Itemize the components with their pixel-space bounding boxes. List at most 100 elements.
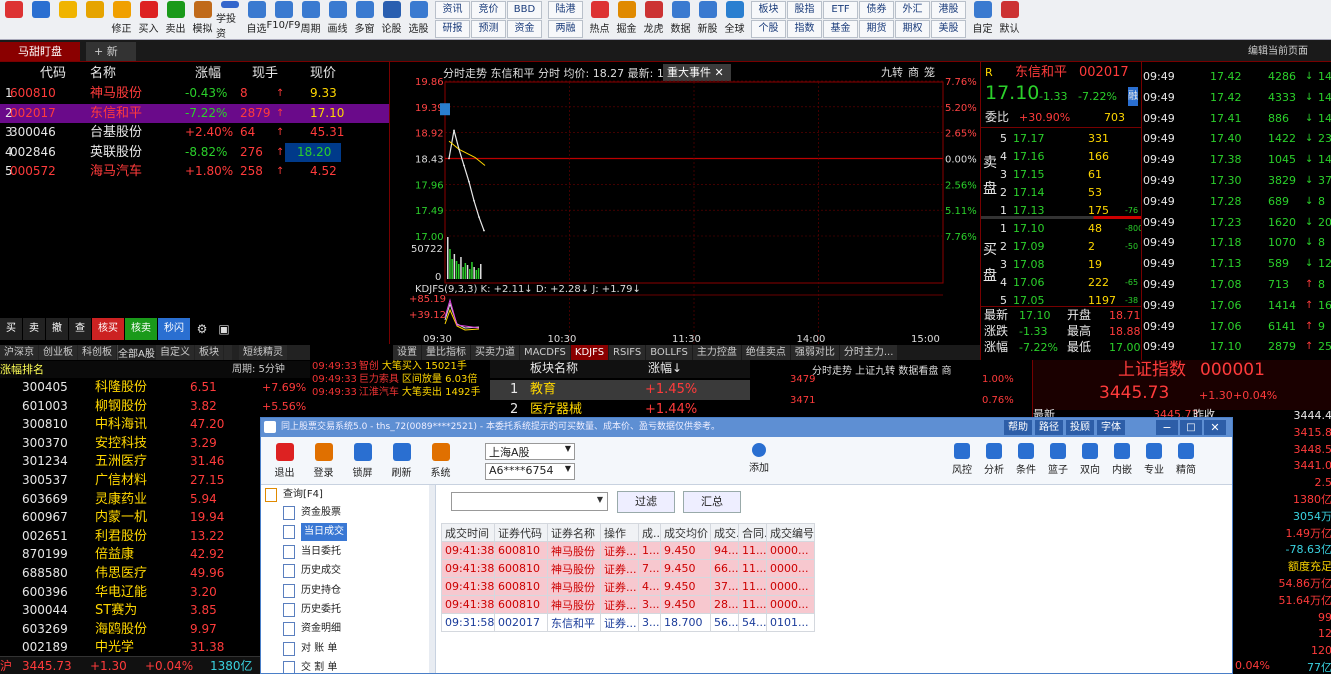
- query-root[interactable]: 查询[F4]: [265, 486, 323, 504]
- dialog-tool-0[interactable]: 退出: [265, 441, 304, 479]
- market-grid-item[interactable]: 港股: [931, 1, 966, 19]
- indicator-tab[interactable]: 绝佳卖点: [741, 345, 790, 360]
- info-grid-item[interactable]: 资金: [507, 20, 542, 38]
- left-button-12[interactable]: 画线: [324, 0, 351, 39]
- minimize-icon[interactable]: −: [1156, 420, 1178, 435]
- left-button-13[interactable]: 多窗: [351, 0, 378, 39]
- indicator-tab[interactable]: RSIFS: [609, 345, 646, 360]
- market-grid-item[interactable]: 期货: [859, 20, 894, 38]
- left-button-1[interactable]: [27, 0, 54, 39]
- left-button-6[interactable]: 卖出: [162, 0, 189, 39]
- watch-row[interactable]: 2 002017 东信和平 -7.22% 2879 17.10 ↑: [0, 103, 389, 123]
- elf-row[interactable]: 09:49:33 巨力索具 区间放量 6.03倍: [312, 373, 490, 386]
- trade-row[interactable]: 09:41:38 600810 神马股份 证券... 4... 9.450 37... 11.…: [441, 577, 815, 596]
- new-tab-button[interactable]: + 新建: [86, 42, 136, 61]
- close-window-icon[interactable]: ✕: [1204, 420, 1226, 435]
- event-marker[interactable]: [440, 103, 450, 116]
- filter-select[interactable]: ▼: [451, 492, 608, 511]
- info-grid-item[interactable]: 研报: [435, 20, 470, 38]
- watch-col-header[interactable]: 现价: [310, 64, 336, 83]
- left-button-10[interactable]: F10/F9: [267, 0, 300, 39]
- sector-row[interactable]: 1 教育 +1.45%: [490, 380, 750, 400]
- trade-col-header[interactable]: 成交...: [710, 523, 739, 542]
- add-button[interactable]: 添加: [747, 443, 771, 474]
- info-grid-item[interactable]: 资讯: [435, 1, 470, 19]
- elf-filter[interactable]: 全部A股: [118, 345, 155, 360]
- dialog-title-btn[interactable]: 路径: [1035, 420, 1063, 435]
- intraday-chart-svg[interactable]: 19.86 7.76% 19.39 5.20% 18.92 2.65% 18.43 0.00%…: [393, 62, 980, 360]
- rank-row[interactable]: 601003 柳钢股份 3.82 +5.56%: [0, 398, 310, 416]
- quick-button[interactable]: 撤: [46, 318, 68, 340]
- dialog-tool-1[interactable]: 登录: [304, 441, 343, 479]
- dialog-tool-3[interactable]: 刷新: [382, 441, 421, 479]
- trade-col-header[interactable]: 成交均价: [660, 523, 711, 542]
- dialog-rtool-7[interactable]: 精简: [1170, 443, 1202, 476]
- sum-button[interactable]: 汇总: [683, 491, 741, 513]
- market-grid-item[interactable]: 股指: [787, 1, 822, 19]
- tree-item[interactable]: 当日委托: [283, 543, 341, 561]
- rank-row[interactable]: 300405 科隆股份 6.51 +7.69%: [0, 379, 310, 397]
- tree-item[interactable]: 资金明细: [283, 620, 341, 638]
- left-button-7[interactable]: 模拟: [189, 0, 216, 39]
- indicator-tab[interactable]: 买卖力道: [471, 345, 519, 360]
- tree-scrollbar[interactable]: [429, 485, 435, 673]
- tree-item[interactable]: 历史成交: [283, 562, 341, 580]
- watch-row[interactable]: 5 000572 海马汽车 +1.80% 258 4.52 ↑: [0, 162, 389, 181]
- indicator-tab[interactable]: 分时主力...: [839, 345, 898, 360]
- dialog-rtool-1[interactable]: 分析: [978, 443, 1010, 476]
- market-grid-item[interactable]: ETF: [823, 1, 858, 19]
- indicator-tab[interactable]: 量比指标: [422, 345, 470, 360]
- watch-col-header[interactable]: 现手: [252, 64, 278, 83]
- market-grid-item[interactable]: 债券: [859, 1, 894, 19]
- tree-item[interactable]: 对 账 单: [283, 640, 337, 658]
- watch-col-header[interactable]: 名称: [90, 64, 116, 83]
- left-button-15[interactable]: 选股: [405, 0, 432, 39]
- dialog-rtool-2[interactable]: 条件: [1010, 443, 1042, 476]
- tree-item[interactable]: 交 割 单: [283, 659, 337, 673]
- account-select[interactable]: A6****6754 ▼: [485, 463, 575, 480]
- tree-item[interactable]: 历史持仓: [283, 582, 341, 600]
- mid-button-2[interactable]: 龙虎: [640, 0, 667, 39]
- market-grid-item[interactable]: 基金: [823, 20, 858, 38]
- market-grid-item[interactable]: 期权: [895, 20, 930, 38]
- info-grid-item[interactable]: BBD: [507, 1, 542, 19]
- left-button-2[interactable]: [54, 0, 81, 39]
- indicator-tab[interactable]: MACDFS: [520, 345, 570, 360]
- market-grid-item[interactable]: 个股: [751, 20, 786, 38]
- lower-tab[interactable]: 自定义: [156, 345, 194, 360]
- quick-button[interactable]: 核买: [92, 318, 124, 340]
- window-icon[interactable]: ▣: [213, 318, 235, 340]
- tree-item[interactable]: 历史委托: [283, 601, 341, 619]
- trade-col-header[interactable]: 操作: [600, 523, 639, 542]
- trade-row[interactable]: 09:31:58 002017 东信和平 证券... 3... 18.700 56... 54…: [441, 613, 815, 632]
- lower-tab[interactable]: 沪深京: [0, 345, 38, 360]
- mid-button-4[interactable]: 新股: [694, 0, 721, 39]
- trade-col-header[interactable]: 合同...: [738, 523, 767, 542]
- dialog-rtool-5[interactable]: 内嵌: [1106, 443, 1138, 476]
- left-button-8[interactable]: 学投资: [216, 0, 243, 39]
- dialog-rtool-3[interactable]: 篮子: [1042, 443, 1074, 476]
- edit-page-button[interactable]: 编辑当前页面: [1240, 42, 1316, 61]
- trade-col-header[interactable]: 成交编号: [766, 523, 815, 542]
- trade-row[interactable]: 09:41:38 600810 神马股份 证券... 3... 9.450 28... 11.…: [441, 595, 815, 614]
- dialog-tool-2[interactable]: 锁屏: [343, 441, 382, 479]
- lower-tab[interactable]: [224, 345, 232, 360]
- watch-col-header[interactable]: 涨幅: [195, 64, 221, 83]
- market-grid-item[interactable]: 美股: [931, 20, 966, 38]
- left-button-3[interactable]: [81, 0, 108, 39]
- right-button-1[interactable]: 默认: [996, 0, 1023, 39]
- tree-item[interactable]: 当日成交: [283, 523, 347, 542]
- tree-item[interactable]: 资金股票: [283, 504, 341, 522]
- left-button-5[interactable]: 买入: [135, 0, 162, 39]
- settings-icon[interactable]: ⚙: [191, 318, 213, 340]
- market-select[interactable]: 上海A股 ▼: [485, 443, 575, 460]
- market-grid-item[interactable]: 指数: [787, 20, 822, 38]
- left-button-0[interactable]: [0, 0, 27, 39]
- elf-row[interactable]: 09:49:33 智创 大笔买入 15021手: [312, 360, 490, 373]
- hk-grid-item[interactable]: 陆港: [548, 1, 583, 19]
- indicator-tab[interactable]: 强弱对比: [790, 345, 839, 360]
- mid-button-3[interactable]: 数据: [667, 0, 694, 39]
- lower-tab[interactable]: 板块: [195, 345, 223, 360]
- info-grid-item[interactable]: 预测: [471, 20, 506, 38]
- trade-col-header[interactable]: 成交时间: [441, 523, 495, 542]
